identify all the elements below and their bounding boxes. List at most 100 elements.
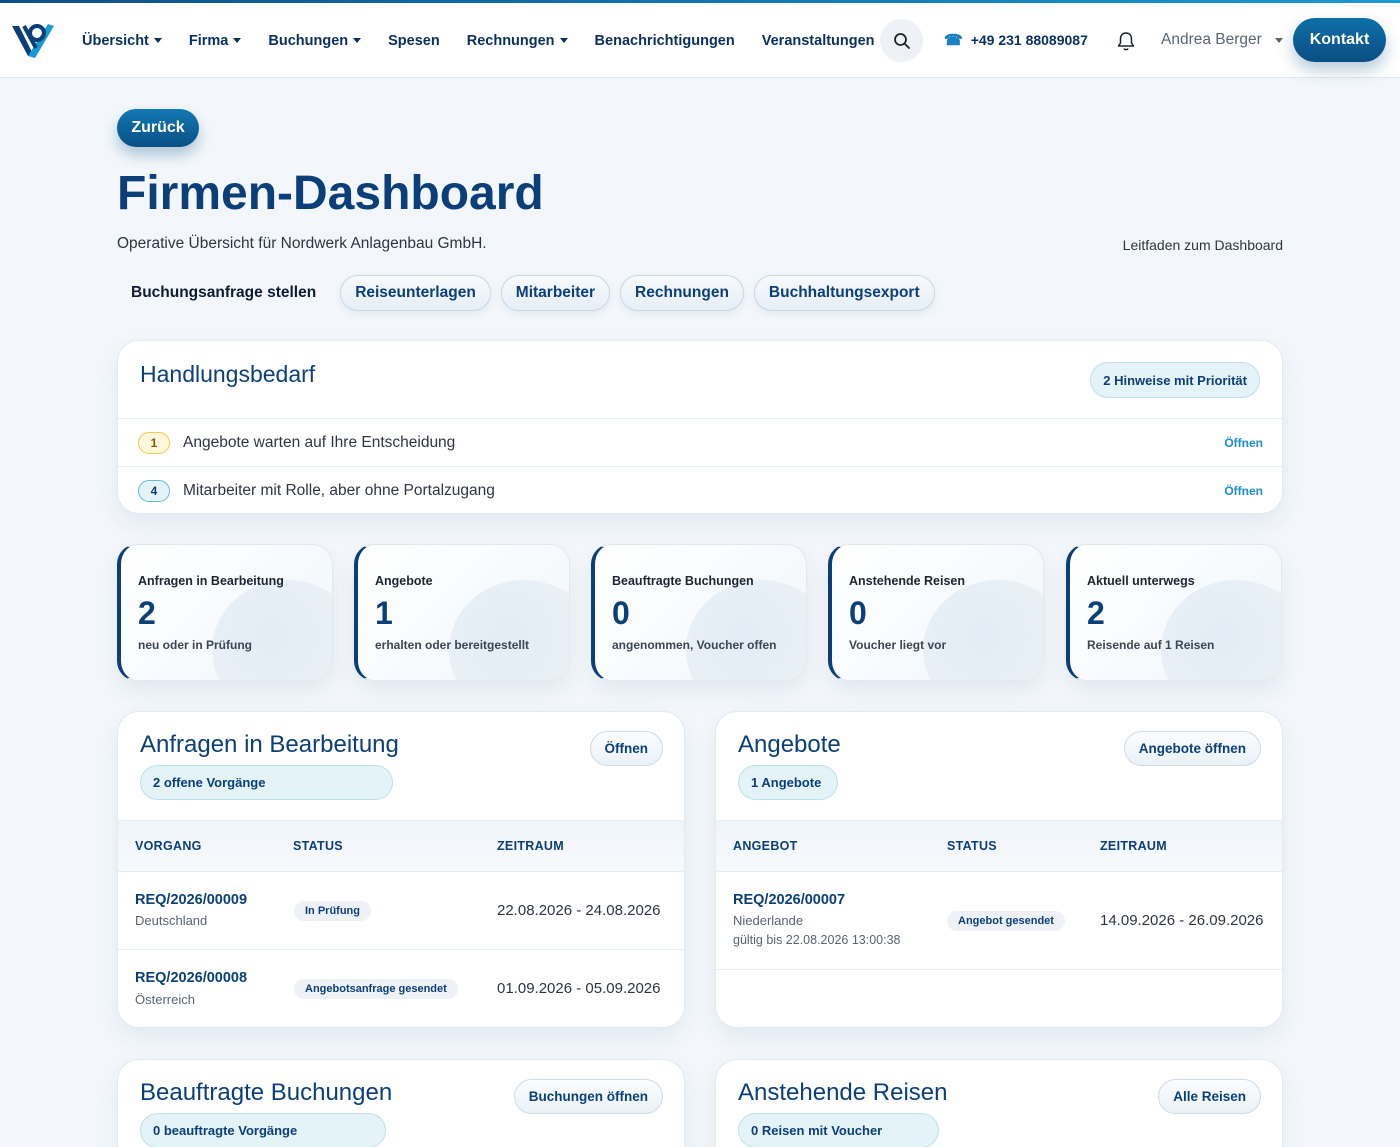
kpi-card-upcoming[interactable]: Anstehende Reisen 0 Voucher liegt vor bbox=[828, 544, 1044, 681]
action-needed-card: Handlungsbedarf 2 Hinweise mit Priorität… bbox=[117, 340, 1283, 514]
section-badge: 0 beauftragte Vorgänge bbox=[140, 1113, 386, 1147]
nav-item-buchungen[interactable]: Buchungen bbox=[268, 33, 362, 49]
chevron-down-icon bbox=[1274, 37, 1283, 43]
kpi-card-offers[interactable]: Angebote 1 erhalten oder bereitgestellt bbox=[354, 544, 570, 681]
kpi-label: Beauftragte Buchungen bbox=[612, 574, 754, 588]
kpi-card-traveling[interactable]: Aktuell unterwegs 2 Reisende auf 1 Reise… bbox=[1066, 544, 1282, 681]
column-header: ZEITRAUM bbox=[1100, 839, 1167, 853]
travel-documents-button[interactable]: Reiseunterlagen bbox=[340, 275, 491, 311]
table-row[interactable]: REQ/2026/00008 Österreich Angebotsanfrag… bbox=[118, 950, 684, 1027]
nav-item-firma[interactable]: Firma bbox=[189, 33, 242, 49]
request-period: 01.09.2026 - 05.09.2026 bbox=[497, 980, 661, 997]
main-nav: Übersicht Firma Buchungen Spesen Rechnun… bbox=[82, 3, 902, 78]
kpi-subtext: neu oder in Prüfung bbox=[138, 638, 252, 652]
kpi-value: 0 bbox=[612, 595, 630, 631]
nav-item-benachrichtigungen[interactable]: Benachrichtigungen bbox=[595, 33, 735, 49]
kpi-value: 0 bbox=[849, 595, 867, 631]
invoices-button[interactable]: Rechnungen bbox=[620, 275, 744, 311]
chevron-down-icon bbox=[153, 38, 162, 43]
section-title: Anstehende Reisen bbox=[738, 1079, 948, 1106]
nav-item-veranstaltungen[interactable]: Veranstaltungen bbox=[762, 33, 875, 49]
upcoming-trips-card: Anstehende Reisen 0 Reisen mit Voucher A… bbox=[715, 1059, 1283, 1147]
nav-label: Firma bbox=[188, 32, 229, 49]
section-title: Angebote bbox=[738, 731, 841, 758]
nav-label: Übersicht bbox=[82, 32, 149, 49]
nav-item-uebersicht[interactable]: Übersicht bbox=[82, 33, 162, 49]
section-badge: 0 Reisen mit Voucher bbox=[738, 1113, 939, 1147]
nav-item-spesen[interactable]: Spesen bbox=[388, 33, 440, 49]
dashboard-guide-link[interactable]: Leitfaden zum Dashboard bbox=[1123, 237, 1283, 253]
status-badge: Angebot gesendet bbox=[947, 911, 1065, 931]
decorative-blob bbox=[212, 580, 332, 680]
booking-request-button[interactable]: Buchungsanfrage stellen bbox=[117, 275, 330, 311]
kpi-value: 2 bbox=[138, 595, 156, 631]
offer-valid-until: gültig bis 22.08.2026 13:00:38 bbox=[733, 933, 901, 947]
action-row[interactable]: 4 Mitarbeiter mit Rolle, aber ohne Porta… bbox=[118, 466, 1282, 514]
kpi-value: 1 bbox=[375, 595, 393, 631]
kpi-label: Aktuell unterwegs bbox=[1087, 574, 1195, 588]
user-menu[interactable]: Andrea Berger bbox=[1161, 31, 1283, 49]
offer-ref[interactable]: REQ/2026/00007 bbox=[733, 892, 845, 908]
search-icon bbox=[893, 32, 910, 49]
requests-card: Anfragen in Bearbeitung 2 offene Vorgäng… bbox=[117, 711, 685, 1028]
action-text: Angebote warten auf Ihre Entscheidung bbox=[183, 433, 456, 451]
column-header: VORGANG bbox=[135, 839, 202, 853]
requests-open-button[interactable]: Öffnen bbox=[589, 731, 663, 766]
kpi-card-requests[interactable]: Anfragen in Bearbeitung 2 neu oder in Pr… bbox=[117, 544, 333, 681]
kpi-subtext: Voucher liegt vor bbox=[849, 638, 947, 652]
all-trips-button[interactable]: Alle Reisen bbox=[1158, 1079, 1261, 1114]
phone-icon: ☎ bbox=[944, 32, 963, 49]
request-country: Österreich bbox=[135, 992, 195, 1007]
request-period: 22.08.2026 - 24.08.2026 bbox=[497, 902, 661, 919]
priority-badge: 2 Hinweise mit Priorität bbox=[1090, 362, 1260, 398]
table-row[interactable]: REQ/2026/00007 Niederlande gültig bis 22… bbox=[716, 872, 1282, 970]
table-header: ANGEBOT STATUS ZEITRAUM bbox=[716, 820, 1282, 872]
section-title: Beauftragte Buchungen bbox=[140, 1079, 393, 1106]
action-row[interactable]: 1 Angebote warten auf Ihre Entscheidung … bbox=[118, 418, 1282, 466]
bell-icon[interactable] bbox=[1116, 30, 1136, 52]
offer-country: Niederlande bbox=[733, 913, 804, 928]
column-header: ANGEBOT bbox=[733, 839, 798, 853]
count-badge: 4 bbox=[138, 479, 170, 502]
nav-label: Spesen bbox=[388, 32, 440, 49]
table-row[interactable]: REQ/2026/00009 Deutschland In Prüfung 22… bbox=[118, 872, 684, 950]
nav-item-rechnungen[interactable]: Rechnungen bbox=[467, 33, 568, 49]
status-badge: In Prüfung bbox=[294, 901, 371, 921]
offer-period: 14.09.2026 - 26.09.2026 bbox=[1100, 912, 1264, 929]
logo-icon[interactable] bbox=[10, 20, 56, 60]
kpi-subtext: Reisende auf 1 Reisen bbox=[1087, 638, 1215, 652]
column-header: ZEITRAUM bbox=[497, 839, 564, 853]
offers-open-button[interactable]: Angebote öffnen bbox=[1123, 731, 1261, 766]
chevron-down-icon bbox=[233, 38, 242, 43]
employees-button[interactable]: Mitarbeiter bbox=[500, 275, 611, 311]
nav-label: Veranstaltungen bbox=[761, 32, 875, 49]
phone-link[interactable]: ☎ +49 231 88089087 bbox=[944, 31, 1088, 49]
kpi-label: Angebote bbox=[375, 574, 433, 588]
page-subtitle: Operative Übersicht für Nordwerk Anlagen… bbox=[117, 235, 487, 252]
open-link[interactable]: Öffnen bbox=[1224, 484, 1263, 498]
user-name: Andrea Berger bbox=[1161, 31, 1262, 48]
contact-button[interactable]: Kontakt bbox=[1293, 18, 1386, 62]
status-badge: Angebotsanfrage gesendet bbox=[294, 979, 458, 999]
search-button[interactable] bbox=[880, 19, 923, 62]
nav-label: Rechnungen bbox=[466, 32, 555, 49]
action-text: Mitarbeiter mit Rolle, aber ohne Portalz… bbox=[183, 481, 495, 499]
bookings-open-button[interactable]: Buchungen öffnen bbox=[513, 1079, 663, 1114]
column-header: STATUS bbox=[293, 839, 343, 853]
kpi-subtext: erhalten oder bereitgestellt bbox=[375, 638, 530, 652]
back-button[interactable]: Zurück bbox=[117, 109, 199, 147]
table-header: VORGANG STATUS ZEITRAUM bbox=[118, 820, 684, 872]
accounting-export-button[interactable]: Buchhaltungsexport bbox=[753, 275, 935, 311]
nav-label: Benachrichtigungen bbox=[594, 32, 735, 49]
kpi-label: Anstehende Reisen bbox=[849, 574, 966, 588]
kpi-card-bookings[interactable]: Beauftragte Buchungen 0 angenommen, Vouc… bbox=[591, 544, 807, 681]
request-ref[interactable]: REQ/2026/00009 bbox=[135, 892, 247, 908]
decorative-blob bbox=[686, 580, 806, 680]
kpi-label: Anfragen in Bearbeitung bbox=[138, 574, 284, 588]
count-badge: 1 bbox=[138, 431, 170, 454]
request-country: Deutschland bbox=[135, 913, 208, 928]
request-ref[interactable]: REQ/2026/00008 bbox=[135, 970, 247, 986]
kpi-subtext: angenommen, Voucher offen bbox=[612, 638, 777, 652]
page-title: Firmen-Dashboard bbox=[117, 167, 544, 220]
open-link[interactable]: Öffnen bbox=[1224, 436, 1263, 450]
